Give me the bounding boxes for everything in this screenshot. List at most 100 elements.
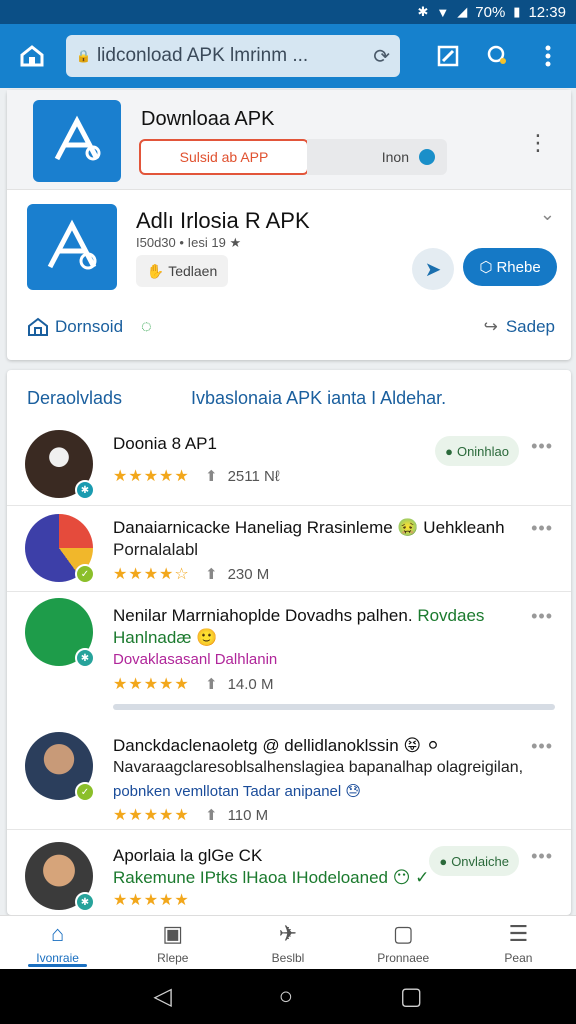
home-circle-icon[interactable]: ○ <box>279 983 294 1011</box>
nav-home[interactable]: ⌂ Ivonraie <box>0 916 115 969</box>
list-item[interactable]: ✓ Danckdaclenaoletg @ dellidlanoklssin 😝… <box>7 716 571 830</box>
battery-icon: ▮ <box>513 4 521 19</box>
avatar: ✓ <box>25 514 95 584</box>
nav-label: Beslbl <box>271 950 305 965</box>
menu-icon: ☰ <box>508 920 529 946</box>
item-title: Danckdaclenaoletg @ dellidlanoklssin 😝 ⚪ <box>113 736 441 755</box>
send-button[interactable]: ➤ <box>412 248 454 290</box>
home-button[interactable] <box>10 34 54 78</box>
apk-app-icon <box>33 100 121 182</box>
item-title: Doonia 8 AP1 <box>113 434 217 453</box>
shield-icon: ⬡ <box>479 259 493 276</box>
status-chip[interactable]: ● Onvlaiche <box>429 846 519 876</box>
home-outline-icon <box>28 317 48 336</box>
lock-icon: 🔒 <box>76 49 91 63</box>
nav-menu[interactable]: ☰ Pean <box>461 916 576 969</box>
download-count-value: 110 M <box>227 807 269 824</box>
browser-toolbar: 🔒 lidconload APK lmrinm ... ⟳ <box>0 24 576 88</box>
nav-apps[interactable]: ▣ Rlepe <box>115 916 230 969</box>
edit-button[interactable] <box>426 34 470 78</box>
battery-percent: 70% <box>475 3 506 21</box>
home-icon <box>20 45 44 67</box>
item-title: Aporlaia la glGe CK <box>113 846 263 865</box>
download-label: Dornsoid <box>55 316 124 336</box>
info-icon <box>419 149 435 165</box>
nav-label: Rlepe <box>157 950 189 965</box>
download-link[interactable]: Dornsoid <box>27 317 123 337</box>
apps-icon: ▣ <box>162 920 184 946</box>
submit-app-button[interactable]: Sulsid ab APP <box>139 139 309 175</box>
downloads-list: Deraolvlads Ivbaslonaia APK ianta I Alde… <box>7 370 571 915</box>
list-header-subtitle[interactable]: Ivbaslonaia APK ianta I Aldehar. <box>191 388 446 409</box>
nav-label: Pean <box>504 950 533 965</box>
item-subtitle: Rakemune IPtks lHaoa IHodeloaned 😶 ✓ <box>113 868 430 887</box>
chevron-down-icon[interactable]: ⌄ <box>540 204 555 225</box>
app-meta: I50d30 • Iesi 19 ★ <box>136 235 242 250</box>
search-button[interactable] <box>476 34 520 78</box>
app-card: Downloaa APK Sulsid ab APP Inon ⋮ Adlı I… <box>7 90 571 360</box>
system-navigation: ◁ ○ ▢ <box>0 969 576 1024</box>
rating-stars: ★★★★★ <box>113 676 190 693</box>
card-title: Downloaa APK <box>141 108 275 130</box>
signal-icon: ◢ <box>457 4 468 19</box>
download-icon: ⬆ <box>205 676 218 693</box>
chip-dot-icon: ● <box>445 443 453 459</box>
edit-icon <box>437 45 459 67</box>
search-icon <box>487 45 506 64</box>
rating-stars: ★★★★☆ <box>113 566 190 583</box>
avatar: ✓ <box>25 732 95 802</box>
install-button[interactable]: ⬡ Rhebe <box>463 248 557 286</box>
nav-tablet[interactable]: ▢ Pronnaee <box>346 916 461 969</box>
more-horiz-icon[interactable]: ••• <box>531 436 553 457</box>
list-item[interactable]: ✱ Doonia 8 AP1 ★★★★★ ⬆ 2511 Nℓ ● Oninhlao … <box>7 422 571 506</box>
reload-icon[interactable]: ⟳ <box>373 44 390 69</box>
status-chip[interactable]: ● Oninhlao <box>435 436 519 466</box>
card-more-icon[interactable]: ⋮ <box>527 132 549 154</box>
nav-games[interactable]: ✈ Beslbl <box>230 916 345 969</box>
more-horiz-icon[interactable]: ••• <box>531 736 553 757</box>
app-icon[interactable] <box>27 204 117 290</box>
more-horiz-icon[interactable]: ••• <box>531 606 553 627</box>
loading-icon: ◌ <box>141 316 152 336</box>
install-label: Rhebe <box>496 258 541 276</box>
list-item[interactable]: ✱ Aporlaia la glGe CK Rakemune IPtks lHa… <box>7 830 571 912</box>
more-horiz-icon[interactable]: ••• <box>531 518 553 539</box>
url-text: lidconload APK lmrinm ... <box>96 45 309 66</box>
back-icon[interactable]: ◁ <box>153 982 171 1011</box>
recents-icon[interactable]: ▢ <box>400 982 423 1011</box>
info-pill-label: Inon <box>381 149 409 165</box>
clock: 12:39 <box>528 3 566 21</box>
more-vert-icon <box>545 45 551 67</box>
item-subtitle: Navaraagclaresoblsalhenslagiea bapanalha… <box>113 759 524 776</box>
avatar: ✱ <box>25 430 95 500</box>
bluetooth-icon: ✱ <box>417 4 429 19</box>
chip-dot-icon: ● <box>439 853 448 869</box>
download-count: ⬆ 230 M <box>205 565 269 583</box>
share-link[interactable]: ↪ Sadep <box>484 317 555 337</box>
info-pill[interactable]: Inon <box>307 139 447 175</box>
list-header-title[interactable]: Deraolvlads <box>27 388 122 409</box>
tag-chip[interactable]: ✋ Tedlaen <box>136 255 228 287</box>
rating-stars: ★★★★★ <box>113 807 190 824</box>
download-icon: ⬆ <box>205 468 218 485</box>
overflow-menu-button[interactable] <box>526 34 570 78</box>
item-subtitle: Hanlnadæ 🙂 <box>113 628 218 647</box>
more-horiz-icon[interactable]: ••• <box>531 846 553 867</box>
hand-icon: ✋ <box>146 262 165 279</box>
app-card-header: Downloaa APK Sulsid ab APP Inon ⋮ <box>7 90 571 190</box>
tag-chip-label: Tedlaen <box>168 263 218 279</box>
home-icon: ⌂ <box>50 920 65 946</box>
download-icon: ⬆ <box>205 807 218 824</box>
nav-label: Ivonraie <box>36 950 79 965</box>
url-bar[interactable]: 🔒 lidconload APK lmrinm ... ⟳ <box>66 35 400 77</box>
badge-icon: ✓ <box>75 564 95 584</box>
wifi-icon: ▼ <box>436 4 450 20</box>
list-item[interactable]: ✓ Danaiarnicacke Haneliag Rrasinleme 🤢 U… <box>7 506 571 592</box>
badge-icon: ✱ <box>75 892 95 912</box>
status-chip-label: Oninhlao <box>456 443 509 459</box>
send-icon: ➤ <box>424 258 442 281</box>
list-item[interactable]: ✱ Nenilar Marrniahoplde Dovadhs palhen. … <box>7 592 571 716</box>
progress-divider <box>113 704 555 710</box>
download-count-value: 2511 Nℓ <box>227 468 280 485</box>
rating-stars: ★★★★★ <box>113 468 190 485</box>
